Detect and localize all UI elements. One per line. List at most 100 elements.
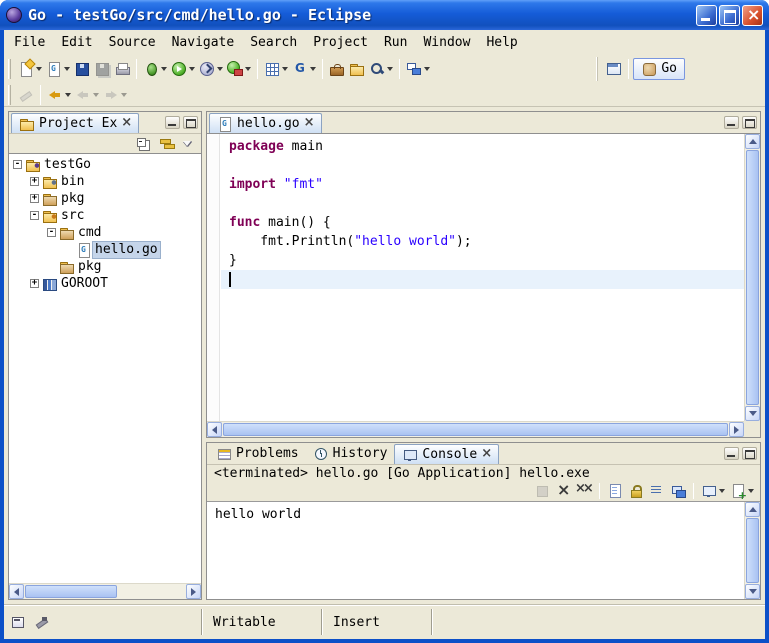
toolbar-grip[interactable] (8, 59, 11, 79)
tree-item-pkg[interactable]: +pkg (9, 190, 201, 207)
fast-view-button[interactable] (8, 610, 28, 634)
open-folder-button[interactable] (347, 57, 367, 81)
open-console-button[interactable] (728, 479, 756, 503)
dropdown-arrow-icon[interactable] (189, 67, 195, 71)
last-edit-location-button[interactable] (16, 83, 36, 107)
annotation-ruler[interactable] (207, 134, 220, 421)
back-to-file-button[interactable] (45, 83, 73, 107)
menu-project[interactable]: Project (305, 32, 376, 53)
terminate-button[interactable] (532, 479, 552, 503)
scrollbar-thumb[interactable] (746, 150, 759, 405)
scroll-left-button[interactable] (207, 422, 222, 437)
scrollbar-thumb[interactable] (223, 423, 728, 436)
maximize-view-button[interactable] (183, 116, 198, 129)
menu-file[interactable]: File (6, 32, 53, 53)
search-button[interactable] (367, 57, 395, 81)
scroll-lock-button[interactable] (626, 479, 646, 503)
dropdown-arrow-icon[interactable] (748, 489, 754, 493)
expander-pkg[interactable]: + (30, 194, 39, 203)
view-menu-button[interactable] (181, 132, 193, 156)
tree-item-goroot[interactable]: +GOROOT (9, 275, 201, 292)
go-perspective-button[interactable]: Go (633, 58, 685, 80)
profile-button[interactable] (197, 57, 225, 81)
menu-edit[interactable]: Edit (53, 32, 100, 53)
tree-item-pkg[interactable]: pkg (9, 258, 201, 275)
maximize-view-button[interactable] (742, 447, 757, 460)
tree-item-src[interactable]: -src (9, 207, 201, 224)
scroll-down-button[interactable] (745, 406, 760, 421)
code-content[interactable]: package mainimport "fmt"func main() { fm… (221, 134, 744, 421)
team-sync-button[interactable] (404, 57, 432, 81)
menu-help[interactable]: Help (478, 32, 525, 53)
tree-item-cmd[interactable]: -cmd (9, 224, 201, 241)
dropdown-arrow-icon[interactable] (282, 67, 288, 71)
code-editor[interactable]: package mainimport "fmt"func main() { fm… (207, 133, 760, 437)
menu-navigate[interactable]: Navigate (164, 32, 243, 53)
dropdown-arrow-icon[interactable] (245, 67, 251, 71)
link-with-editor-button[interactable] (157, 132, 177, 156)
editor-hscrollbar[interactable] (207, 421, 744, 437)
new-wizard-button[interactable] (16, 57, 44, 81)
dropdown-arrow-icon[interactable] (217, 67, 223, 71)
debug-button[interactable] (141, 57, 169, 81)
scrollbar-thumb[interactable] (746, 518, 759, 583)
go-grid-button[interactable] (262, 57, 290, 81)
menu-search[interactable]: Search (242, 32, 305, 53)
save-all-button[interactable] (92, 57, 112, 81)
expander-src[interactable]: - (30, 211, 39, 220)
pin-console-button[interactable] (668, 479, 688, 503)
explorer-hscrollbar[interactable] (9, 583, 201, 599)
print-button[interactable] (112, 57, 132, 81)
console-output[interactable]: hello world (207, 501, 760, 599)
dropdown-arrow-icon[interactable] (65, 93, 71, 97)
build-status-button[interactable] (32, 610, 52, 634)
dropdown-arrow-icon[interactable] (310, 67, 316, 71)
save-button[interactable] (72, 57, 92, 81)
forward-button[interactable] (101, 83, 129, 107)
close-tab-icon[interactable] (121, 118, 131, 130)
scroll-left-button[interactable] (9, 584, 24, 599)
titlebar[interactable]: Go - testGo/src/cmd/hello.go - Eclipse (0, 0, 769, 30)
dropdown-arrow-icon[interactable] (387, 67, 393, 71)
clear-console-button[interactable] (605, 479, 625, 503)
minimize-view-button[interactable] (724, 447, 739, 460)
tree-item-bin[interactable]: +bin (9, 173, 201, 190)
scroll-up-button[interactable] (745, 134, 760, 149)
tab-console[interactable]: Console (394, 444, 499, 464)
menu-source[interactable]: Source (101, 32, 164, 53)
dropdown-arrow-icon[interactable] (64, 67, 70, 71)
word-wrap-button[interactable] (647, 479, 667, 503)
collapse-all-button[interactable] (133, 132, 153, 156)
scroll-right-button[interactable] (729, 422, 744, 437)
dropdown-arrow-icon[interactable] (93, 93, 99, 97)
console-vscrollbar[interactable] (744, 502, 760, 599)
tab-hello-go[interactable]: hello.go (209, 113, 322, 133)
toolbar-grip[interactable] (8, 85, 11, 105)
dropdown-arrow-icon[interactable] (719, 489, 725, 493)
editor-vscrollbar[interactable] (744, 134, 760, 421)
menu-run[interactable]: Run (376, 32, 415, 53)
close-tab-icon[interactable] (481, 449, 491, 461)
minimize-button[interactable] (696, 5, 717, 26)
expander-bin[interactable]: + (30, 177, 39, 186)
run-button[interactable] (169, 57, 197, 81)
close-tab-icon[interactable] (304, 118, 314, 130)
remove-launch-button[interactable] (553, 479, 573, 503)
external-tools-button[interactable] (225, 57, 253, 81)
tree-item-hello-go[interactable]: hello.go (9, 241, 201, 258)
tab-project-explorer[interactable]: Project Ex (11, 113, 139, 133)
menu-window[interactable]: Window (415, 32, 478, 53)
remove-all-launches-button[interactable] (574, 479, 594, 503)
open-perspective-button[interactable] (604, 57, 624, 81)
expander-goroot[interactable]: + (30, 279, 39, 288)
toolbox-button[interactable] (327, 57, 347, 81)
expander-cmd[interactable]: - (47, 228, 56, 237)
tree-item-testgo[interactable]: -testGo (9, 156, 201, 173)
new-go-file-button[interactable] (44, 57, 72, 81)
scroll-up-button[interactable] (745, 502, 760, 517)
expander-testgo[interactable]: - (13, 160, 22, 169)
go-tool-button[interactable] (290, 57, 318, 81)
maximize-button[interactable] (719, 5, 740, 26)
scroll-right-button[interactable] (186, 584, 201, 599)
dropdown-arrow-icon[interactable] (161, 67, 167, 71)
